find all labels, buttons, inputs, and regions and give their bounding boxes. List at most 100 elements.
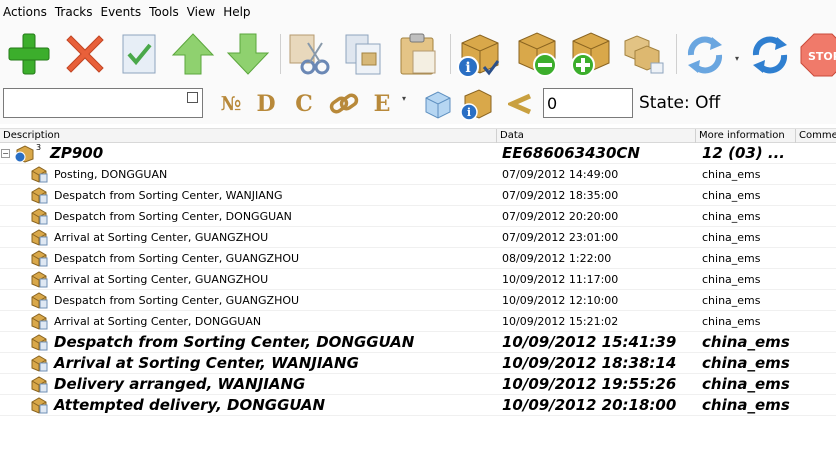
paste-button[interactable] bbox=[393, 30, 443, 78]
event-row[interactable]: Arrival at Sorting Center, GUANGZHOU 07/0… bbox=[0, 227, 836, 248]
menu-events[interactable]: Events bbox=[97, 0, 146, 24]
refresh-icon bbox=[687, 36, 723, 74]
event-carrier: china_ems bbox=[702, 294, 761, 307]
menu-tracks[interactable]: Tracks bbox=[51, 0, 97, 24]
cut-button[interactable] bbox=[284, 30, 334, 78]
number-input[interactable] bbox=[544, 89, 630, 117]
column-data[interactable]: Data bbox=[497, 129, 696, 143]
toolbar-separator bbox=[450, 34, 451, 74]
copy-button[interactable] bbox=[338, 30, 388, 78]
number-filter-button[interactable]: № bbox=[214, 90, 248, 118]
stop-button[interactable]: STOP bbox=[800, 30, 836, 78]
collapse-toggle[interactable]: − bbox=[1, 149, 10, 158]
package-check-icon bbox=[31, 334, 48, 351]
box-info-icon: i bbox=[457, 34, 500, 78]
packages-button[interactable] bbox=[619, 30, 669, 78]
column-more-information[interactable]: More information bbox=[696, 129, 796, 143]
package-remove-button[interactable] bbox=[511, 30, 561, 78]
box-info-icon bbox=[14, 145, 34, 163]
blue-box-icon bbox=[425, 91, 451, 119]
add-button[interactable] bbox=[4, 30, 54, 78]
event-row[interactable]: Arrival at Sorting Center, GUANGZHOU 10/0… bbox=[0, 269, 836, 290]
menu-view[interactable]: View bbox=[183, 0, 219, 24]
svg-text:i: i bbox=[467, 106, 471, 119]
move-down-button[interactable] bbox=[223, 30, 273, 78]
event-carrier: china_ems bbox=[702, 333, 790, 351]
event-datetime: 10/09/2012 19:55:26 bbox=[502, 375, 677, 393]
event-row[interactable]: Delivery arranged, WANJIANG 10/09/2012 19… bbox=[0, 374, 836, 395]
filter-dropdown-arrow[interactable]: ▾ bbox=[402, 94, 406, 103]
event-description: Arrival at Sorting Center, GUANGZHOU bbox=[54, 231, 269, 244]
e-filter-button[interactable]: E bbox=[370, 90, 394, 118]
menu-tools[interactable]: Tools bbox=[145, 0, 183, 24]
check-button[interactable] bbox=[114, 30, 164, 78]
package-check-icon bbox=[31, 292, 48, 309]
search-input[interactable] bbox=[4, 89, 184, 117]
tracks-tree: − 3 ZP900 EE686063430CN 12 (03) ... Post… bbox=[0, 143, 836, 416]
event-row[interactable]: Despatch from Sorting Center, WANJIANG 07… bbox=[0, 185, 836, 206]
move-up-button[interactable] bbox=[168, 30, 218, 78]
event-datetime: 10/09/2012 20:18:00 bbox=[502, 396, 677, 414]
event-row[interactable]: Posting, DONGGUAN 07/09/2012 14:49:00 chin… bbox=[0, 164, 836, 185]
column-description[interactable]: Description bbox=[0, 129, 497, 143]
menu-actions[interactable]: Actions bbox=[0, 0, 51, 24]
tree-root-row[interactable]: − 3 ZP900 EE686063430CN 12 (03) ... bbox=[0, 143, 836, 164]
search-checkbox[interactable] bbox=[187, 92, 198, 103]
column-header: Description Data More information Commen… bbox=[0, 128, 836, 143]
package-check-icon bbox=[31, 250, 48, 267]
package-add-button[interactable] bbox=[565, 30, 615, 78]
package-check-icon bbox=[31, 397, 48, 414]
boxes-icon bbox=[624, 35, 664, 74]
arrow-up-icon bbox=[171, 33, 215, 75]
refresh-all-button[interactable] bbox=[745, 30, 795, 78]
package-check-icon bbox=[31, 208, 48, 225]
link-filter-button[interactable] bbox=[328, 90, 360, 118]
event-description: Arrival at Sorting Center, WANJIANG bbox=[54, 354, 359, 372]
event-description: Despatch from Sorting Center, DONGGUAN bbox=[54, 333, 415, 351]
event-row[interactable]: Attempted delivery, DONGGUAN 10/09/2012 2… bbox=[0, 395, 836, 416]
event-datetime: 10/09/2012 15:21:02 bbox=[502, 315, 619, 328]
event-description: Posting, DONGGUAN bbox=[54, 168, 168, 181]
chain-link-icon bbox=[329, 93, 359, 114]
menu-bar: Actions Tracks Events Tools View Help bbox=[0, 0, 836, 24]
track-name: ZP900 bbox=[50, 144, 104, 162]
d-filter-button[interactable]: D bbox=[254, 90, 278, 118]
clipboard-icon bbox=[400, 33, 436, 75]
event-carrier: china_ems bbox=[702, 210, 761, 223]
event-datetime: 10/09/2012 18:38:14 bbox=[502, 354, 677, 372]
x-icon bbox=[66, 35, 104, 73]
event-row[interactable]: Despatch from Sorting Center, GUANGZHOU 1… bbox=[0, 290, 836, 311]
refresh-button[interactable] bbox=[680, 30, 730, 78]
track-summary: 12 (03) ... bbox=[702, 144, 785, 162]
menu-help[interactable]: Help bbox=[219, 0, 254, 24]
svg-text:i: i bbox=[465, 60, 470, 76]
stop-icon: STOP bbox=[800, 33, 836, 77]
package-check-icon bbox=[31, 166, 48, 183]
package-check-icon bbox=[31, 313, 48, 330]
event-row[interactable]: Despatch from Sorting Center, DONGGUAN 10… bbox=[0, 332, 836, 353]
c-filter-button[interactable]: C bbox=[292, 90, 316, 118]
event-datetime: 10/09/2012 11:17:00 bbox=[502, 273, 619, 286]
event-description: Attempted delivery, DONGGUAN bbox=[54, 396, 326, 414]
box-view-button[interactable] bbox=[420, 84, 456, 124]
package-check-icon bbox=[31, 229, 48, 246]
refresh-dropdown-arrow[interactable]: ▾ bbox=[735, 54, 739, 63]
event-row[interactable]: Despatch from Sorting Center, GUANGZHOU 0… bbox=[0, 248, 836, 269]
event-carrier: china_ems bbox=[702, 231, 761, 244]
event-datetime: 07/09/2012 18:35:00 bbox=[502, 189, 619, 202]
number-field-wrapper bbox=[543, 88, 633, 118]
event-carrier: china_ems bbox=[702, 354, 790, 372]
package-details-button[interactable]: i bbox=[456, 84, 496, 124]
package-info-button[interactable]: i bbox=[454, 30, 504, 78]
event-row[interactable]: Arrival at Sorting Center, WANJIANG 10/09… bbox=[0, 353, 836, 374]
event-row[interactable]: Arrival at Sorting Center, DONGGUAN 10/09… bbox=[0, 311, 836, 332]
toolbar-separator bbox=[676, 34, 677, 74]
less-than-button[interactable] bbox=[506, 90, 536, 118]
search-field-wrapper bbox=[3, 88, 203, 118]
event-row[interactable]: Despatch from Sorting Center, DONGGUAN 07… bbox=[0, 206, 836, 227]
box-minus-icon bbox=[518, 32, 557, 77]
package-check-icon bbox=[31, 376, 48, 393]
column-comment[interactable]: Comment bbox=[796, 129, 836, 143]
plus-icon bbox=[8, 33, 50, 75]
delete-button[interactable] bbox=[60, 30, 110, 78]
